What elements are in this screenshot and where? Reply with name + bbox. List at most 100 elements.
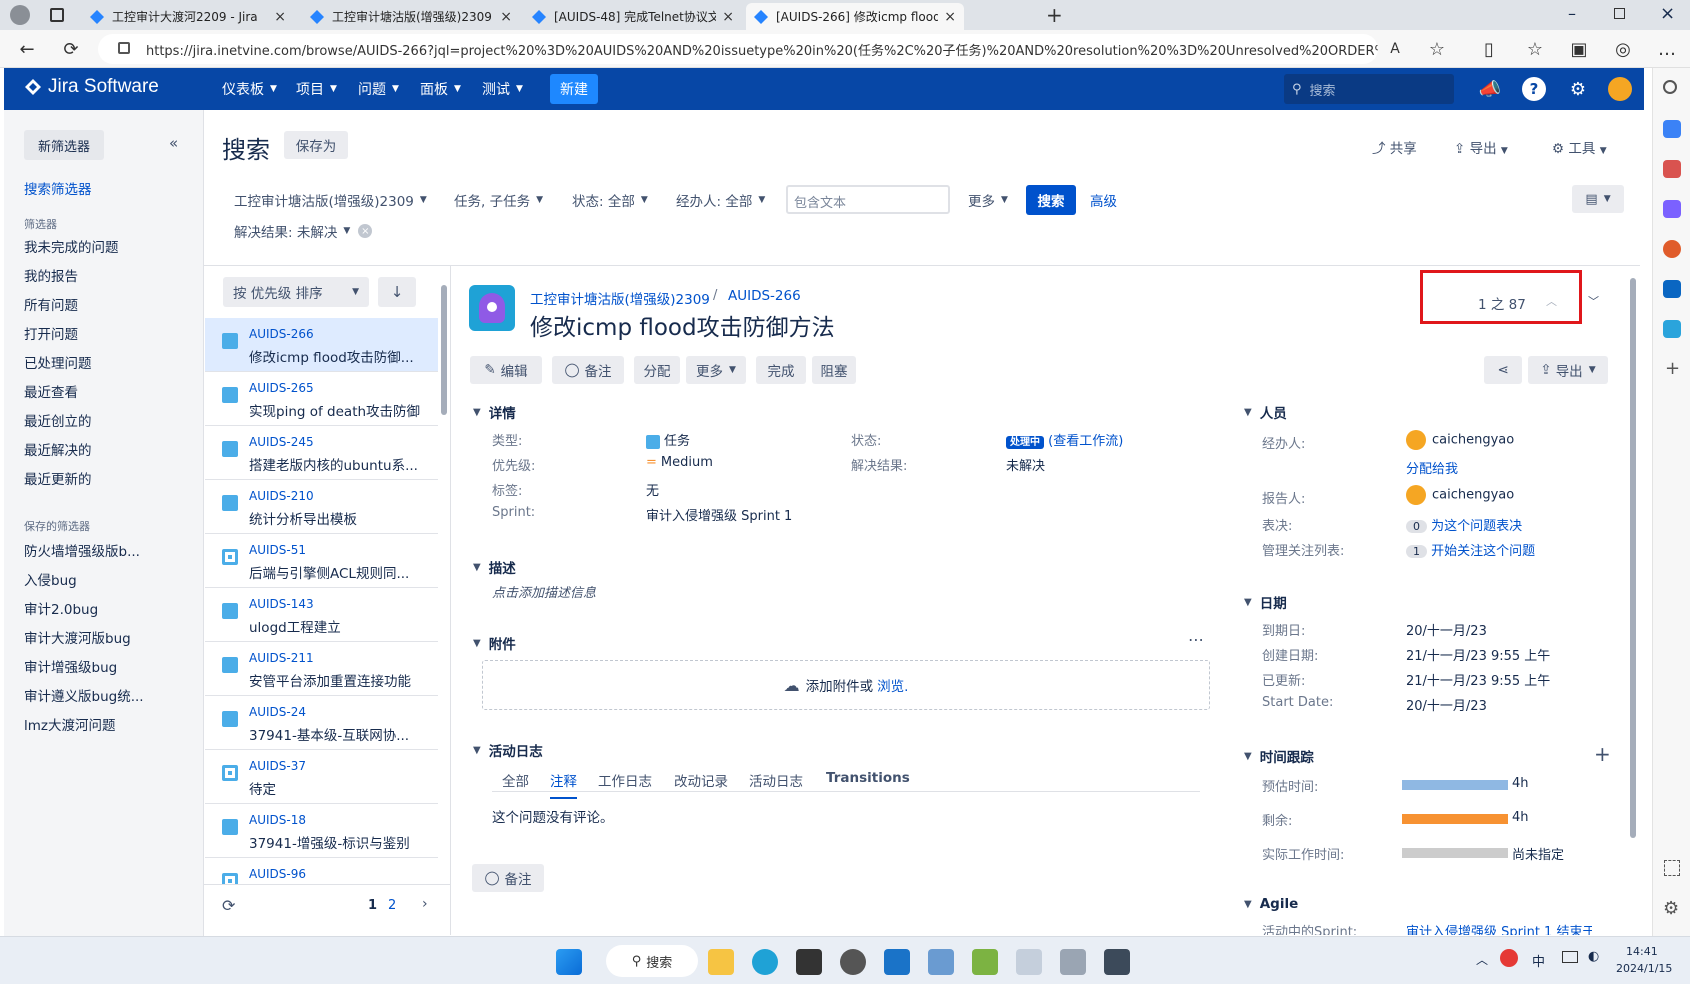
add-comment-button[interactable]: ◯ 备注 [472,864,544,892]
outlook-icon[interactable] [1663,280,1681,298]
settings-gear-icon[interactable]: ⚙ [1566,77,1590,101]
filter-link[interactable]: 我的报告 [24,265,78,285]
back-icon[interactable]: ← [14,37,40,61]
labels-value[interactable]: 无 [646,480,659,499]
restore-icon[interactable] [1614,8,1625,19]
issue-key[interactable]: AUIDS-51 [249,543,306,557]
tab-history[interactable]: 改动记录 [674,770,728,790]
next-page-icon[interactable]: › [422,896,428,912]
more-menu-icon[interactable]: … [1654,37,1680,61]
clock-time[interactable]: 14:41 [1626,945,1658,958]
filter-link[interactable]: 最近解决的 [24,439,92,459]
filter-link[interactable]: 最近更新的 [24,468,92,488]
list-item[interactable]: AUIDS-210 统计分析导出模板 [205,480,438,534]
create-button[interactable]: 新建 [550,74,598,104]
close-tab-icon[interactable]: × [500,9,512,25]
list-item[interactable]: AUIDS-18 37941-增强级-标识与鉴别 [205,804,438,858]
add-sidebar-icon[interactable]: + [1665,358,1680,379]
tab-transitions[interactable]: Transitions [826,770,910,786]
page-1-link[interactable]: 1 [368,898,377,913]
extensions-icon[interactable]: ◎ [1610,37,1636,61]
new-filter-button[interactable]: 新筛选器 [24,130,104,160]
menu-boards[interactable]: 面板 ▼ [420,79,461,99]
issue-key[interactable]: AUIDS-265 [249,381,314,395]
send-icon[interactable] [1663,320,1681,338]
time-tracking-heading[interactable]: ▼ 时间跟踪 [1244,746,1314,766]
tools-button[interactable]: ⚙ 工具 ▼ [1552,137,1607,157]
saved-filter-link[interactable]: 审计2.0bug [24,598,98,618]
assign-to-me-link[interactable]: 分配给我 [1406,458,1458,477]
monitor-app-icon[interactable] [1016,949,1042,975]
help-icon[interactable]: ? [1522,77,1546,101]
project-filter[interactable]: 工控审计塘沽版(增强级)2309 ▼ [234,190,427,210]
assignee-value[interactable]: caichengyao [1406,430,1514,450]
issue-key[interactable]: AUIDS-211 [249,651,314,665]
text-search-input[interactable]: 包含文本 [786,185,950,214]
more-filter[interactable]: 更多 ▼ [968,190,1008,210]
menu-projects[interactable]: 项目 ▼ [296,79,337,99]
issue-key[interactable]: AUIDS-24 [249,705,306,719]
resolution-filter[interactable]: 解决结果: 未解决 ▼ × [234,221,373,241]
header-search-input[interactable]: ⚲ 搜索 [1284,74,1454,104]
attachments-heading[interactable]: ▼ 附件 [473,633,516,653]
list-item[interactable]: AUIDS-37 待定 [205,750,438,804]
collections-icon[interactable]: ▣ [1566,37,1592,61]
close-window-icon[interactable]: × [1660,3,1675,24]
active-sprint-link[interactable]: 审计入侵增强级 Sprint 1 结束于 [1406,921,1592,935]
search-filters-link[interactable]: 搜索筛选器 [24,178,92,198]
issue-key[interactable]: AUIDS-210 [249,489,314,503]
network-diagram-icon[interactable] [1060,949,1086,975]
profile-avatar-icon[interactable] [10,5,30,25]
sort-dropdown[interactable]: 按 优先级 排序 ▼ [223,277,369,307]
tab-all[interactable]: 全部 [502,770,529,790]
issue-key[interactable]: AUIDS-18 [249,813,306,827]
browser-tab-active[interactable]: [AUIDS-266] 修改icmp flood攻击 × [746,3,964,30]
saved-filter-link[interactable]: 审计增强级bug [24,656,117,676]
details-heading[interactable]: ▼ 详情 [473,402,516,422]
status-badge[interactable]: 处理中 [1006,436,1044,449]
menu-issues[interactable]: 问题 ▼ [358,79,399,99]
save-as-button[interactable]: 保存为 [284,131,348,159]
list-item[interactable]: AUIDS-266 修改icmp flood攻击防御... [205,318,438,372]
log-work-icon[interactable]: + [1594,742,1611,766]
saved-filter-link[interactable]: lmz大渡河问题 [24,714,116,734]
terminal-icon[interactable] [796,949,822,975]
split-screen-icon[interactable]: ▯ [1476,37,1502,61]
attachment-dropzone[interactable]: ☁ 添加附件或 浏览. [482,660,1210,710]
browse-link[interactable]: 浏览. [877,675,908,695]
block-button[interactable]: 阻塞 [812,356,856,384]
more-actions-button[interactable]: 更多 ▼ [686,356,746,384]
watch-link[interactable]: 开始关注这个问题 [1431,544,1535,559]
ime-indicator[interactable]: 中 [1532,951,1545,970]
share-button[interactable]: ⤴ 共享 [1372,137,1417,157]
main-scrollbar[interactable] [1628,268,1638,928]
settings-gear-icon[interactable]: ⚙ [1663,898,1679,919]
list-item[interactable]: AUIDS-51 后端与引擎侧ACL规则同... [205,534,438,588]
minimize-icon[interactable]: – [1568,4,1576,23]
clear-filter-icon[interactable]: × [358,224,373,238]
tab-activity[interactable]: 活动日志 [749,770,803,790]
jira-logo[interactable]: Jira Software [24,76,159,98]
view-workflow-link[interactable]: (查看工作流) [1048,434,1123,449]
sprint-value[interactable]: 审计入侵增强级 Sprint 1 [646,505,792,524]
menu-tests[interactable]: 测试 ▼ [482,79,523,99]
refresh-icon[interactable]: ⟳ [222,896,235,915]
share-issue-button[interactable]: ⋖ [1484,356,1522,384]
breadcrumb-project[interactable]: 工控审计塘沽版(增强级)2309 [530,288,710,308]
filter-link[interactable]: 已处理问题 [24,352,92,372]
sim-app-icon[interactable] [1104,949,1130,975]
issue-key[interactable]: AUIDS-37 [249,759,306,773]
list-item[interactable]: AUIDS-96 [205,858,438,884]
list-item[interactable]: AUIDS-245 搭建老版内核的ubuntu系... [205,426,438,480]
app-cube-icon[interactable] [972,949,998,975]
attachment-options-icon[interactable]: ⋯ [1188,630,1204,649]
export-button[interactable]: ⇪ 导出 ▼ [1454,137,1508,157]
close-tab-icon[interactable]: × [944,9,956,25]
list-item[interactable]: AUIDS-211 安管平台添加重置连接功能 [205,642,438,696]
browser-tab[interactable]: 工控审计大渡河2209 - Jira × [82,3,294,30]
shopping-tag-icon[interactable] [1663,120,1681,138]
announcement-icon[interactable]: 📣 [1478,77,1502,101]
clock-date[interactable]: 2024/1/15 [1616,962,1672,975]
description-heading[interactable]: ▼ 描述 [473,557,516,577]
advanced-search-link[interactable]: 高级 [1090,190,1117,210]
